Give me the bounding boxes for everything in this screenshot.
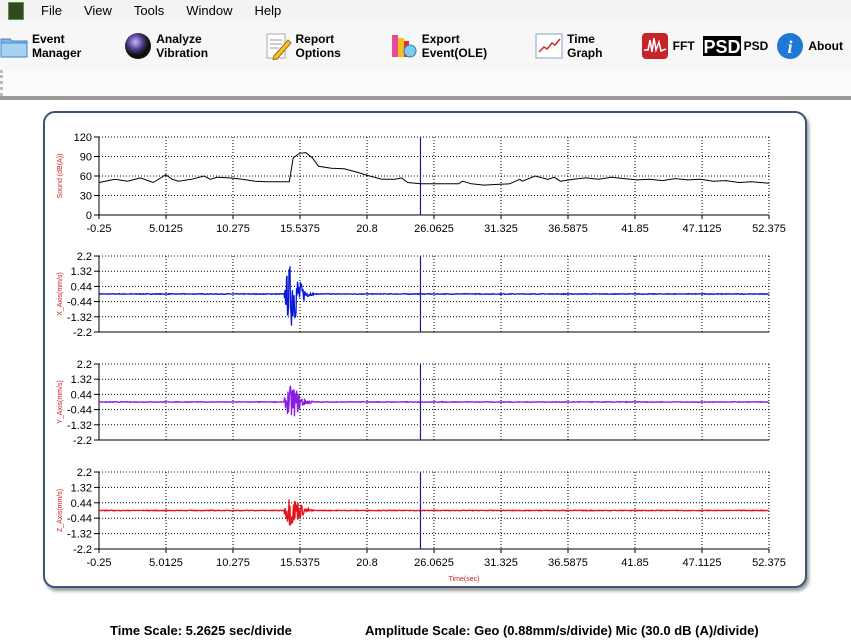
x-tick-label: 26.0625 bbox=[414, 557, 454, 569]
x-tick-label: -0.25 bbox=[86, 223, 111, 235]
amplitude-scale-text: Amplitude Scale: Geo (0.88mm/s/divide) M… bbox=[365, 623, 759, 638]
y-tick-label: -1.32 bbox=[67, 529, 92, 541]
y-tick-label: 2.2 bbox=[77, 467, 92, 479]
y-tick-label: -0.44 bbox=[67, 513, 92, 525]
y-tick-label: -1.32 bbox=[67, 312, 92, 324]
x-tick-label: 41.85 bbox=[621, 557, 649, 569]
chart-1: 2.2 1.32 0.44 -0.44 -1.32 -2.2 X_Axis(mm/s) bbox=[57, 251, 770, 339]
chart-3: 2.2 1.32 0.44 -0.44 -1.32 -2.2-0.25 5.0125 10.2… bbox=[57, 467, 786, 583]
y-tick-label: -0.44 bbox=[67, 405, 92, 417]
x-tick-label: 47.1125 bbox=[683, 223, 722, 235]
x-tick-label: 52.375 bbox=[752, 223, 786, 235]
series-line bbox=[98, 152, 770, 186]
y-axis-label: Y_Axis(mm/s) bbox=[57, 380, 64, 424]
y-tick-label: 0.44 bbox=[71, 389, 92, 401]
x-tick-label: 36.5875 bbox=[548, 557, 588, 569]
x-tick-label: 10.275 bbox=[216, 557, 250, 569]
time-graph-plots: 1209060300-0.25 5.0125 10.275 15.5375 20.8 26… bbox=[57, 132, 786, 583]
y-tick-label: 0 bbox=[86, 210, 92, 222]
x-tick-label: 20.8 bbox=[356, 557, 377, 569]
chart-0: 120 90 60 30 0-0.25 5.0125 10.275 15.5375 20.8 26… bbox=[57, 132, 786, 235]
chart-2: 2.2 1.32 0.44 -0.44 -1.32 -2.2 Y_Axis(mm/s) bbox=[57, 359, 770, 447]
x-tick-label: 5.0125 bbox=[149, 557, 183, 569]
x-tick-label: 52.375 bbox=[752, 557, 786, 569]
y-tick-label: 2.2 bbox=[77, 359, 92, 371]
y-axis-label: Z_Axis(mm/s) bbox=[57, 489, 64, 532]
y-tick-label: 1.32 bbox=[71, 482, 92, 494]
x-tick-label: 15.5375 bbox=[280, 223, 320, 235]
y-tick-label: 1.32 bbox=[71, 266, 92, 278]
y-tick-label: 30 bbox=[80, 191, 92, 203]
y-tick-label: -2.2 bbox=[73, 544, 92, 556]
y-tick-label: -2.2 bbox=[73, 327, 92, 339]
series-line bbox=[98, 385, 770, 417]
y-tick-label: 0.44 bbox=[71, 498, 92, 510]
y-axis-label: Sound (dB(A)) bbox=[57, 154, 64, 199]
x-tick-label: 10.275 bbox=[216, 223, 250, 235]
time-scale-text: Time Scale: 5.2625 sec/divide bbox=[110, 623, 292, 638]
y-tick-label: 90 bbox=[80, 152, 92, 164]
x-tick-label: 36.5875 bbox=[548, 223, 588, 235]
y-tick-label: 0.44 bbox=[71, 281, 92, 293]
x-axis-label: Time(sec) bbox=[449, 576, 480, 583]
y-tick-label: 2.2 bbox=[77, 251, 92, 263]
x-tick-label: 31.325 bbox=[484, 557, 518, 569]
x-tick-label: 15.5375 bbox=[280, 557, 320, 569]
x-tick-label: 5.0125 bbox=[149, 223, 183, 235]
y-tick-label: -2.2 bbox=[73, 435, 92, 447]
y-axis-label: X_Axis(mm/s) bbox=[57, 272, 64, 316]
x-tick-label: -0.25 bbox=[86, 557, 111, 569]
x-tick-label: 20.8 bbox=[356, 223, 377, 235]
y-tick-label: 60 bbox=[80, 171, 92, 183]
x-tick-label: 47.1125 bbox=[683, 557, 722, 569]
series-line bbox=[99, 499, 769, 527]
y-tick-label: -1.32 bbox=[67, 420, 92, 432]
y-tick-label: -0.44 bbox=[67, 297, 92, 309]
x-tick-label: 31.325 bbox=[484, 223, 518, 235]
x-tick-label: 41.85 bbox=[621, 223, 649, 235]
y-tick-label: 1.32 bbox=[71, 374, 92, 386]
y-tick-label: 120 bbox=[74, 132, 92, 144]
x-tick-label: 26.0625 bbox=[414, 223, 454, 235]
